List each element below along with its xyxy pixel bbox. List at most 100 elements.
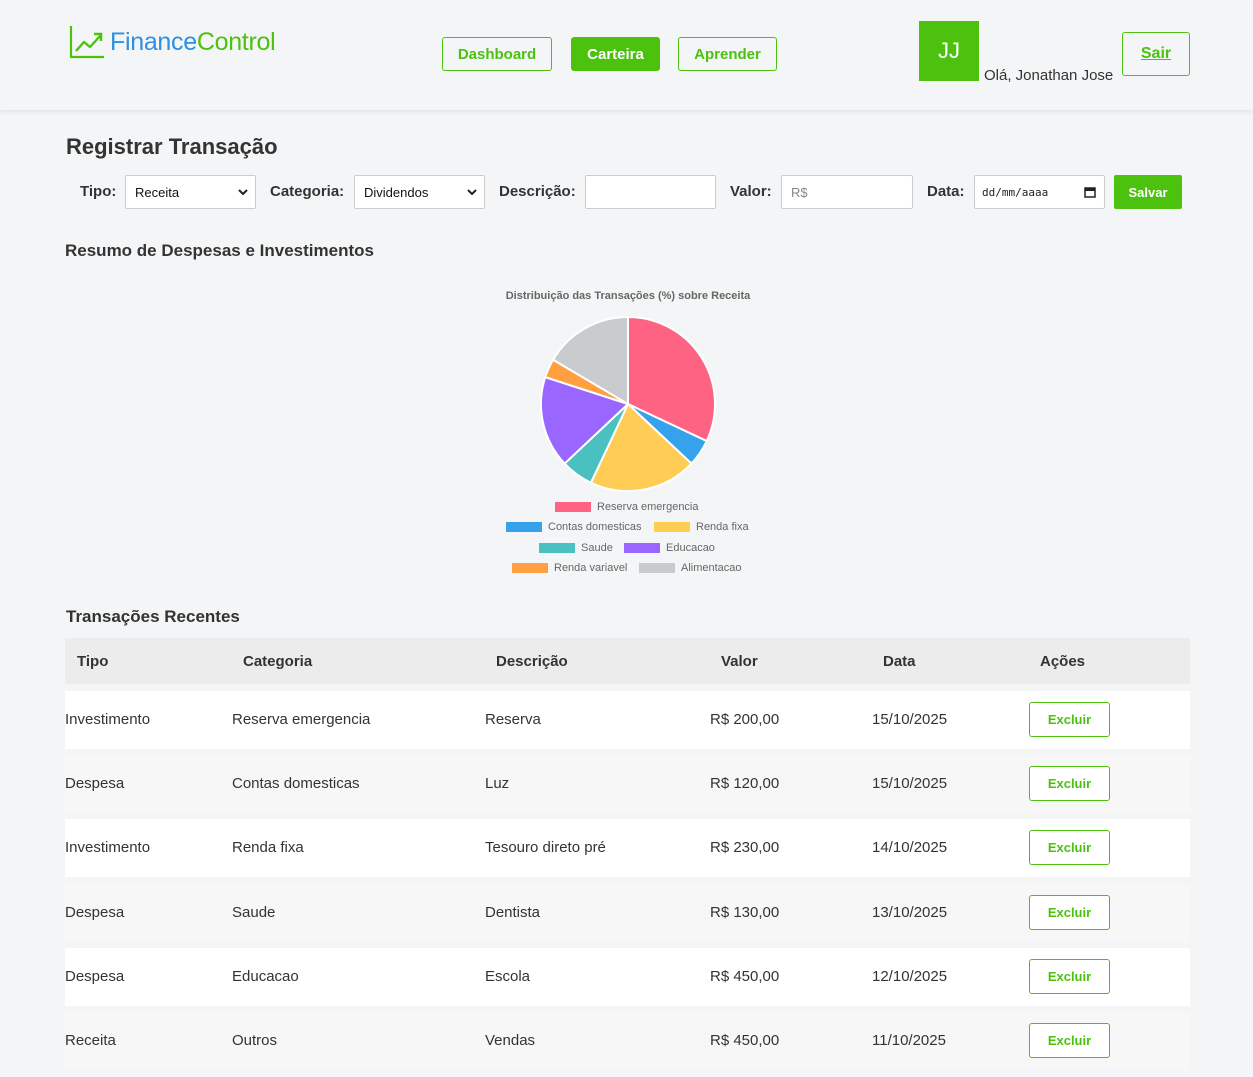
cell-descricao: Tesouro direto pré [485, 839, 606, 856]
cell-data: 11/10/2025 [872, 1032, 946, 1049]
app-logo[interactable]: FinanceControl [68, 24, 276, 60]
cell-valor: R$ 230,00 [710, 839, 780, 856]
cell-categoria: Outros [232, 1032, 278, 1049]
cell-categoria: Educacao [232, 968, 299, 985]
header-valor[interactable]: Valor [721, 653, 758, 670]
cell-valor: R$ 130,00 [710, 904, 780, 921]
summary-title: Resumo de Despesas e Investimentos [65, 241, 374, 260]
table-row: Despesa Saude Dentista R$ 130,00 13/10/2… [65, 884, 1190, 942]
delete-button[interactable]: Excluir [1029, 1023, 1110, 1058]
valor-label: Valor: [730, 183, 772, 200]
avatar[interactable]: JJ [919, 21, 979, 81]
legend-label: Alimentacao [681, 562, 742, 574]
cell-valor: R$ 450,00 [710, 968, 780, 985]
cell-categoria: Saude [232, 904, 276, 921]
cell-descricao: Vendas [485, 1032, 536, 1049]
logout-button[interactable]: Sair [1122, 32, 1190, 76]
table-row: Despesa Contas domesticas Luz R$ 120,00 … [65, 755, 1190, 813]
tipo-select-value: Receita [135, 184, 180, 200]
categoria-label: Categoria: [270, 183, 345, 200]
calendar-icon[interactable] [1084, 186, 1096, 198]
save-button[interactable]: Salvar [1114, 175, 1182, 209]
descricao-input[interactable] [585, 175, 716, 209]
table-row: Receita Outros Vendas R$ 450,00 11/10/20… [65, 1012, 1190, 1070]
cell-valor: R$ 450,00 [710, 1032, 780, 1049]
delete-button[interactable]: Excluir [1029, 959, 1110, 994]
data-placeholder: dd/mm/aaaa [982, 185, 1049, 199]
legend-label: Reserva emergencia [597, 501, 699, 513]
cell-tipo: Investimento [65, 839, 151, 856]
legend-item[interactable]: Educacao [624, 541, 715, 555]
delete-button[interactable]: Excluir [1029, 895, 1110, 930]
brand-name: FinanceControl [110, 27, 276, 56]
categoria-select-value: Dividendos [364, 184, 429, 200]
header-descricao[interactable]: Descrição [496, 653, 568, 670]
page-title: Registrar Transação [66, 134, 278, 159]
cell-categoria: Renda fixa [232, 839, 304, 856]
legend-item[interactable]: Alimentacao [639, 561, 742, 575]
chevron-down-icon [467, 189, 477, 196]
header-acoes: Ações [1040, 653, 1086, 670]
trend-chart-icon [69, 26, 104, 59]
data-label: Data: [927, 183, 965, 200]
legend-swatch [654, 522, 690, 532]
legend-item[interactable]: Reserva emergencia [555, 500, 699, 514]
legend-item[interactable]: Renda variavel [512, 561, 627, 575]
top-header: FinanceControl Dashboard Carteira Aprend… [0, 0, 1253, 110]
legend-item[interactable]: Contas domesticas [506, 520, 642, 534]
cell-data: 13/10/2025 [872, 904, 948, 921]
delete-button[interactable]: Excluir [1029, 766, 1110, 801]
pie-svg [540, 315, 716, 492]
pie-chart: Distribuição das Transações (%) sobre Re… [500, 290, 760, 582]
legend-swatch [539, 543, 575, 553]
legend-label: Renda fixa [696, 521, 749, 533]
cell-categoria: Reserva emergencia [232, 711, 371, 728]
descricao-label: Descrição: [499, 183, 576, 200]
cell-descricao: Luz [485, 775, 510, 792]
legend-swatch [506, 522, 542, 532]
valor-input[interactable]: R$ [781, 175, 913, 209]
cell-descricao: Reserva [485, 711, 541, 728]
cell-categoria: Contas domesticas [232, 775, 360, 792]
legend-swatch [639, 563, 675, 573]
tipo-label: Tipo: [80, 183, 117, 200]
chevron-down-icon [238, 189, 248, 196]
data-input[interactable]: dd/mm/aaaa [974, 175, 1105, 209]
cell-tipo: Despesa [65, 904, 125, 921]
delete-button[interactable]: Excluir [1029, 702, 1110, 737]
cell-data: 12/10/2025 [872, 968, 948, 985]
legend-label: Educacao [666, 542, 715, 554]
cell-data: 14/10/2025 [872, 839, 948, 856]
cell-tipo: Investimento [65, 711, 151, 728]
cell-tipo: Despesa [65, 968, 125, 985]
delete-button[interactable]: Excluir [1029, 830, 1110, 865]
header-tipo[interactable]: Tipo [77, 653, 108, 670]
table-row: Investimento Reserva emergencia Reserva … [65, 691, 1190, 749]
nav-carteira-button[interactable]: Carteira [571, 37, 660, 71]
tipo-select[interactable]: Receita [125, 175, 256, 209]
cell-data: 15/10/2025 [872, 775, 948, 792]
cell-valor: R$ 120,00 [710, 775, 780, 792]
table-row: Despesa Educacao Escola R$ 450,00 12/10/… [65, 948, 1190, 1006]
legend-label: Saude [581, 542, 613, 554]
legend-swatch [512, 563, 548, 573]
table-row: Investimento Renda fixa Tesouro direto p… [65, 819, 1190, 877]
legend-label: Contas domesticas [548, 521, 642, 533]
nav-dashboard-button[interactable]: Dashboard [442, 37, 552, 71]
cell-tipo: Despesa [65, 775, 125, 792]
header-categoria[interactable]: Categoria [243, 653, 312, 670]
header-data[interactable]: Data [883, 653, 916, 670]
legend-swatch [624, 543, 660, 553]
cell-data: 15/10/2025 [872, 711, 948, 728]
legend-swatch [555, 502, 591, 512]
legend-item[interactable]: Renda fixa [654, 520, 749, 534]
categoria-select[interactable]: Dividendos [354, 175, 485, 209]
cell-descricao: Escola [485, 968, 531, 985]
legend-item[interactable]: Saude [539, 541, 613, 555]
cell-descricao: Dentista [485, 904, 541, 921]
transactions-title: Transações Recentes [66, 607, 240, 626]
nav-aprender-button[interactable]: Aprender [678, 37, 777, 71]
valor-placeholder: R$ [791, 184, 808, 200]
table-header: Tipo Categoria Descrição Valor Data Açõe… [65, 638, 1190, 684]
legend-label: Renda variavel [554, 562, 628, 574]
